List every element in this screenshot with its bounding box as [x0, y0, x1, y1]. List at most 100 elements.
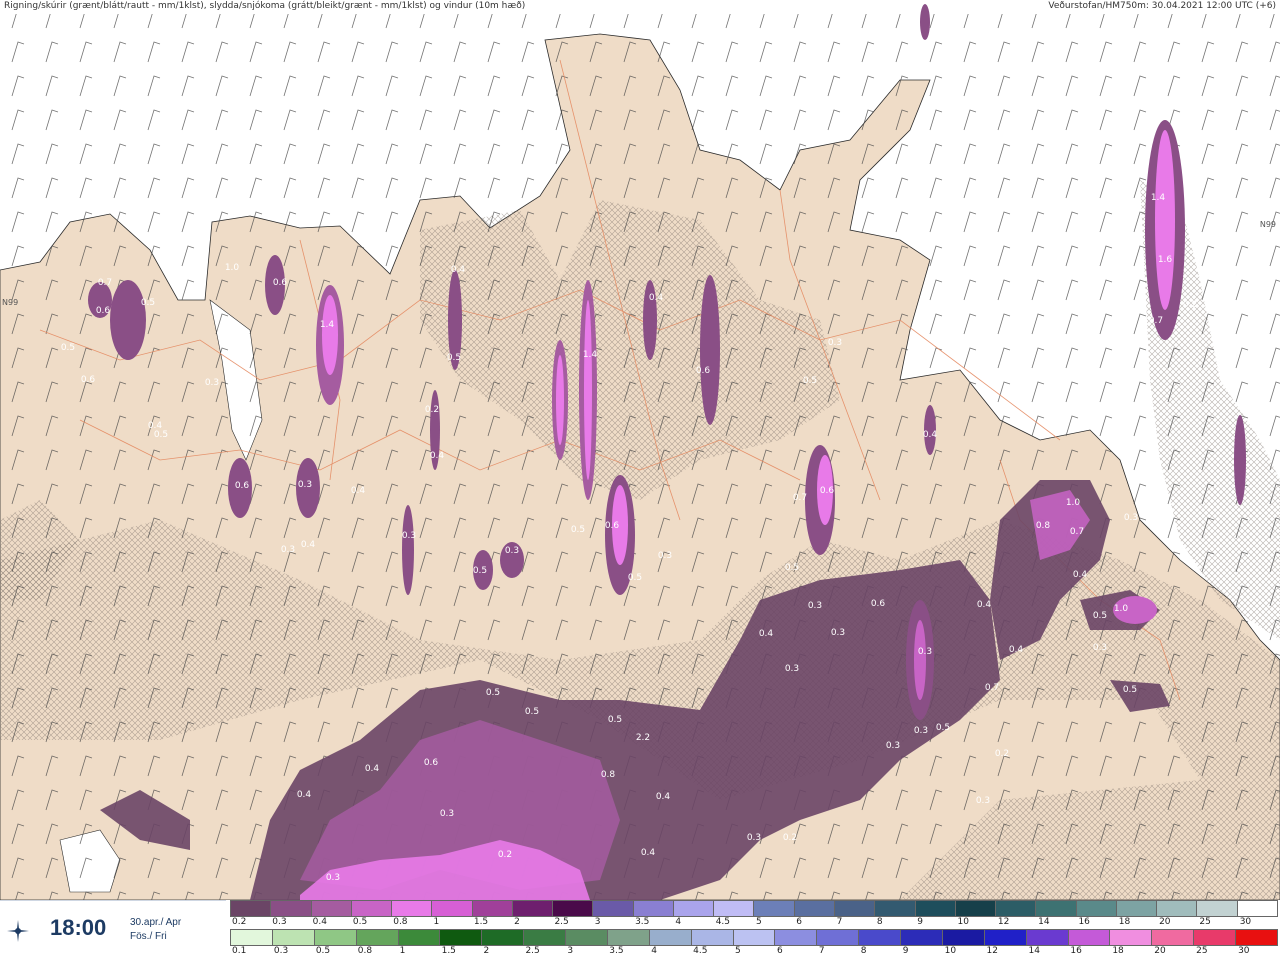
scale-swatch	[311, 901, 352, 916]
scale-swatch	[1197, 901, 1238, 916]
precip-value-label: 0.4	[649, 293, 664, 303]
scale-label: 20	[1154, 946, 1166, 956]
precip-value-label: 0.3	[658, 551, 672, 561]
precip-value-label: 0.5	[803, 376, 817, 386]
precip-value-label: 0.5	[473, 566, 487, 576]
scale-swatch	[1076, 901, 1117, 916]
scale-label: 0.3	[272, 917, 287, 927]
scale-label: 20	[1159, 917, 1171, 927]
precip-value-label: 0.6	[235, 481, 250, 491]
scale-swatch	[593, 901, 634, 916]
scale-label: 3.5	[609, 946, 624, 956]
weather-map: 0.7 0.5 0.6 0.5 0.6 1.0 0.6 1.4 0.3 0.4 0.3 0.4 1.4 0…	[0, 0, 1280, 900]
scale-label: 18	[1118, 917, 1131, 927]
precip-value-label: 0.8	[1036, 521, 1051, 531]
scale-swatch	[875, 901, 916, 916]
scale-label: 12	[997, 917, 1010, 927]
precip-value-label: 0.5	[571, 525, 585, 535]
precip-value-label: 0.5	[486, 688, 500, 698]
scale-label: 12	[986, 946, 998, 956]
scale-swatch	[524, 930, 566, 945]
forecast-time: 18:00	[50, 915, 107, 940]
precip-value-label: 0.4	[351, 486, 366, 496]
scale-label: 0.4	[312, 917, 327, 927]
precip-value-label: 0.6	[424, 758, 439, 768]
scale-swatch	[231, 901, 272, 916]
scale-label: 16	[1078, 917, 1090, 927]
precip-value-label: 0.5	[154, 430, 168, 440]
scale-label: 0.8	[393, 917, 408, 927]
scale-label: 18	[1112, 946, 1124, 956]
precip-value-label: 0.3	[298, 480, 312, 490]
precip-value-label: 0.2	[783, 833, 797, 843]
scale-label: 0.8	[357, 946, 373, 956]
precip-value-label: 0.3	[326, 873, 340, 883]
scale-label: 0.5	[315, 946, 331, 956]
precip-value-label: 0.3	[281, 545, 295, 555]
precip-value-label: 0.5	[447, 353, 461, 363]
scale-swatch	[794, 901, 835, 916]
scale-label: 1.5	[441, 946, 456, 956]
precip-value-label: 0.6	[96, 306, 111, 316]
scale-swatch	[272, 930, 315, 945]
rain-color-scale: 0.2 0.3 0.4 0.5 0.8 1 1.5 2 2.5 3 3.5 4 4.5 5 6 7 8 9 10 12…	[230, 900, 1278, 928]
scale-label: 2.5	[525, 946, 540, 956]
scale-label: 25	[1199, 917, 1211, 927]
scale-label: 1	[399, 946, 406, 956]
scale-swatch	[649, 930, 692, 945]
scale-swatch	[1036, 901, 1077, 916]
forecast-weekday: Fös./ Fri	[130, 931, 167, 942]
scale-label: 9	[902, 946, 909, 956]
scale-label: 1.5	[473, 917, 489, 927]
precip-value-label: 0.7	[793, 493, 807, 503]
scale-swatch	[482, 930, 525, 945]
precip-value-label: 0.5	[141, 298, 155, 308]
scale-swatch	[817, 930, 860, 945]
precip-value-label: 0.6	[273, 278, 288, 288]
precip-value-label: 0.7	[1070, 527, 1084, 537]
scale-swatch	[775, 930, 818, 945]
scale-label: 0.2	[232, 917, 247, 927]
precip-value-label: 0.3	[918, 647, 932, 657]
precip-value-label: 1.0	[225, 263, 240, 273]
latitude-label-left: N99	[2, 298, 19, 307]
scale-swatch	[754, 901, 795, 916]
precip-value-label: 1.4	[1151, 193, 1166, 203]
scale-swatch	[1237, 901, 1277, 916]
time-panel: 18:00 30.apr./ Apr Fös./ Fri	[0, 900, 226, 959]
scale-swatch	[271, 901, 312, 916]
precip-value-label: 0.4	[977, 600, 992, 610]
scale-swatch	[314, 930, 357, 945]
scale-swatch	[392, 901, 433, 916]
precip-value-label: 1.4	[583, 350, 598, 360]
scale-label: 3	[567, 946, 574, 956]
scale-swatch	[1194, 930, 1236, 945]
scale-label: 2.5	[554, 917, 569, 927]
precip-value-label: 0.5	[628, 573, 642, 583]
scale-swatch	[512, 901, 554, 916]
scale-label: 5	[756, 917, 762, 927]
scale-label: 6	[796, 917, 803, 927]
forecast-date: 30.apr./ Apr	[130, 917, 182, 928]
precip-value-label: 1.6	[1158, 255, 1173, 265]
precip-value-label: 0.5	[525, 707, 539, 717]
scale-swatch	[432, 901, 473, 916]
precip-value-label: 0.3	[402, 531, 416, 541]
precip-value-label: 0.5	[785, 563, 799, 573]
scale-label: 0.1	[232, 946, 247, 956]
scale-swatch	[1026, 930, 1069, 945]
precip-value-label: 0.2	[498, 850, 512, 860]
precip-value-label: 0.3	[505, 546, 519, 556]
scale-swatch	[673, 901, 715, 916]
precip-value-label: 0.6	[81, 375, 96, 385]
scale-label: 1	[433, 917, 440, 927]
precip-value-label: 1.4	[320, 320, 335, 330]
scale-label: 30	[1239, 917, 1252, 927]
precip-value-label: 0.2	[425, 405, 439, 415]
scale-swatch	[955, 901, 997, 916]
precip-value-label: 0.4	[365, 764, 380, 774]
precip-value-label: 0.4	[656, 792, 671, 802]
precip-value-label: 0.5	[1093, 611, 1107, 621]
scale-swatch	[1152, 930, 1195, 945]
latitude-label-right: N99	[1259, 220, 1276, 229]
